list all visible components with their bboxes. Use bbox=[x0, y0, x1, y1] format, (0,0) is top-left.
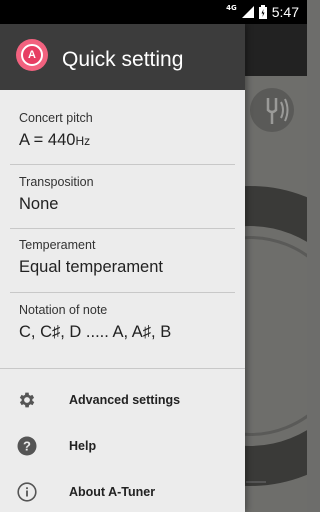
setting-value: Equal temperament bbox=[19, 258, 163, 276]
network-type: 4G bbox=[226, 4, 237, 12]
status-icons: 4G 5:47 bbox=[226, 0, 299, 24]
setting-temperament[interactable]: Temperament Equal temperament bbox=[19, 238, 234, 277]
setting-label: Concert pitch bbox=[19, 111, 93, 125]
setting-label: Temperament bbox=[19, 238, 96, 252]
divider bbox=[10, 228, 235, 229]
menu-item-help[interactable]: ? Help bbox=[0, 424, 245, 468]
battery-icon bbox=[258, 5, 267, 19]
help-icon: ? bbox=[16, 435, 38, 457]
signal-icon bbox=[241, 6, 254, 18]
menu-label: Help bbox=[69, 439, 97, 453]
setting-notation[interactable]: Notation of note C, C♯, D ..... A, A♯, B bbox=[19, 303, 234, 342]
setting-value: A = 440Hz bbox=[19, 131, 234, 150]
clock: 5:47 bbox=[271, 4, 299, 20]
setting-label: Transposition bbox=[19, 175, 94, 189]
divider bbox=[10, 164, 235, 165]
menu-item-about[interactable]: About A-Tuner bbox=[0, 470, 245, 512]
concert-pitch-unit: Hz bbox=[75, 134, 91, 148]
divider bbox=[10, 292, 235, 293]
app-logo-letter: A bbox=[21, 44, 43, 66]
drawer-title: Quick setting bbox=[62, 48, 184, 71]
svg-text:?: ? bbox=[23, 439, 31, 454]
menu-item-advanced-settings[interactable]: Advanced settings bbox=[0, 378, 245, 422]
setting-value: None bbox=[19, 195, 59, 213]
setting-label: Notation of note bbox=[19, 303, 108, 317]
tuning-fork-icon bbox=[250, 88, 294, 132]
setting-value: C, C♯, D ..... A, A♯, B bbox=[19, 323, 172, 341]
menu-label: About A-Tuner bbox=[69, 485, 156, 499]
tuning-fork-button[interactable] bbox=[248, 86, 296, 134]
drawer-header: A Quick setting bbox=[0, 24, 245, 90]
concert-pitch-value: A = 440 bbox=[19, 131, 76, 149]
info-icon bbox=[16, 481, 38, 503]
gear-icon bbox=[16, 389, 38, 411]
app-logo-icon: A bbox=[16, 39, 48, 71]
quick-setting-drawer: A Quick setting Concert pitch A = 440Hz … bbox=[0, 24, 245, 512]
menu-label: Advanced settings bbox=[69, 393, 181, 407]
background-divider bbox=[246, 481, 266, 483]
setting-concert-pitch[interactable]: Concert pitch A = 440Hz bbox=[19, 111, 234, 150]
status-bar: 4G 5:47 bbox=[0, 0, 307, 24]
setting-transposition[interactable]: Transposition None bbox=[19, 175, 234, 214]
section-divider bbox=[0, 368, 245, 369]
